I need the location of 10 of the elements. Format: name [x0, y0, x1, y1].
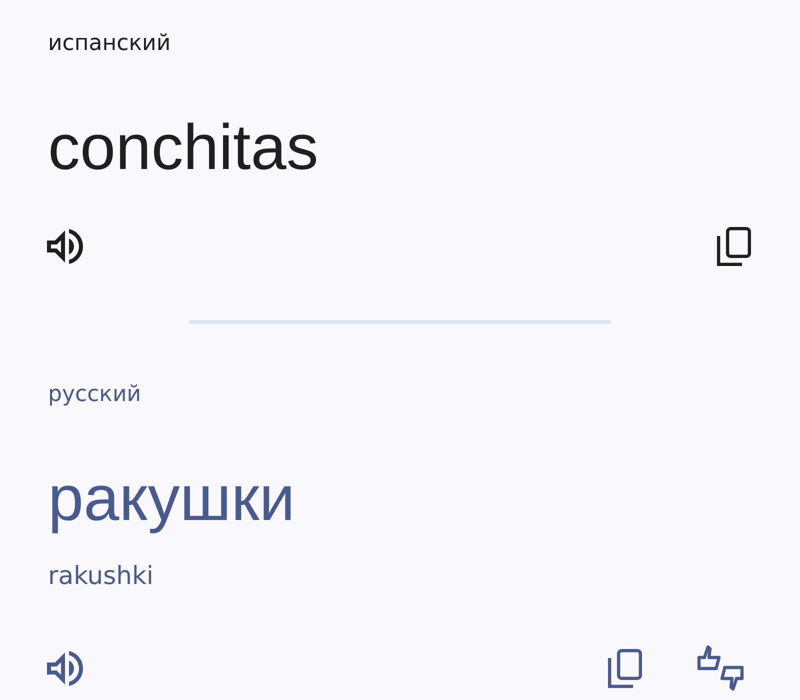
- transliteration-text: rakushki: [48, 561, 154, 591]
- speaker-icon: [47, 650, 83, 686]
- translation-text: ракушки: [48, 461, 295, 536]
- source-text: conchitas: [48, 110, 318, 185]
- copy-icon: [717, 227, 751, 266]
- copy-icon: [608, 648, 642, 688]
- thumbs-up-down-icon: [697, 645, 744, 691]
- source-language-label: испанский: [48, 30, 171, 58]
- speaker-icon: [47, 229, 83, 264]
- target-language-label: русский: [48, 381, 142, 409]
